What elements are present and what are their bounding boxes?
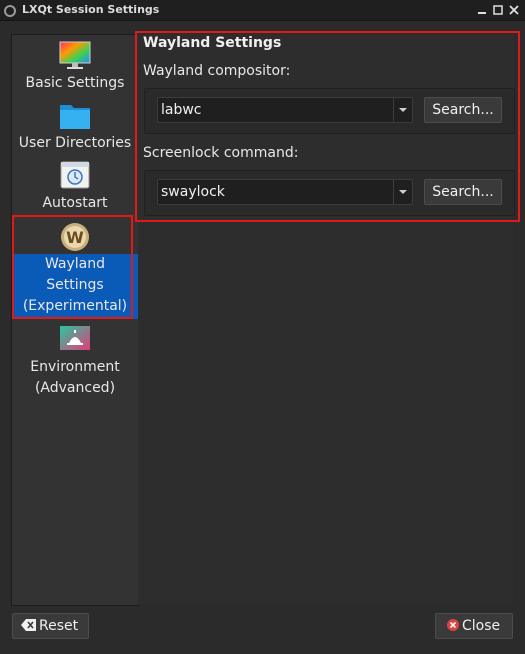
compositor-search-button[interactable]: Search... <box>424 97 502 123</box>
close-circle-icon <box>447 619 459 631</box>
sidebar-item-label: Settings <box>46 277 104 293</box>
monitor-icon <box>58 39 92 73</box>
chevron-down-icon[interactable] <box>393 98 412 122</box>
screenlock-search-button[interactable]: Search... <box>424 179 502 205</box>
close-window-icon[interactable] <box>506 2 522 18</box>
sidebar-item-label: Environment <box>30 359 120 375</box>
wayland-icon: W <box>58 220 92 254</box>
sidebar: Basic Settings User Directories Autostar… <box>11 34 139 606</box>
sidebar-item-label: (Advanced) <box>34 380 116 396</box>
app-icon <box>3 3 17 17</box>
svg-text:W: W <box>66 228 84 247</box>
reset-label: Reset <box>39 618 79 634</box>
sidebar-item-label: Autostart <box>42 195 108 211</box>
maximize-icon[interactable] <box>490 2 506 18</box>
sidebar-item-wayland-settings[interactable]: W Wayland Settings (Experimental) <box>12 220 138 319</box>
sidebar-item-autostart[interactable]: Autostart <box>12 159 138 214</box>
close-button[interactable]: Close <box>435 613 513 639</box>
close-label: Close <box>462 618 501 634</box>
screenlock-combobox[interactable]: swaylock <box>157 179 413 205</box>
sidebar-item-label: Basic Settings <box>25 75 125 91</box>
folder-icon <box>58 99 92 133</box>
compositor-combobox[interactable]: labwc <box>157 97 413 123</box>
screenlock-group: swaylock Search... <box>144 170 515 216</box>
window-title: LXQt Session Settings <box>22 3 160 16</box>
minimize-icon[interactable] <box>474 2 490 18</box>
autostart-icon <box>58 159 92 193</box>
environment-icon <box>58 323 92 357</box>
compositor-group: labwc Search... <box>144 88 515 134</box>
reset-button[interactable]: Reset <box>12 613 89 639</box>
sidebar-item-basic-settings[interactable]: Basic Settings <box>12 39 138 94</box>
screenlock-value: swaylock <box>161 184 225 200</box>
sidebar-item-label: User Directories <box>18 135 132 151</box>
section-title: Wayland Settings <box>143 35 282 51</box>
chevron-down-icon[interactable] <box>393 180 412 204</box>
sidebar-item-label: Wayland <box>44 256 106 272</box>
sidebar-item-user-directories[interactable]: User Directories <box>12 99 138 154</box>
compositor-label: Wayland compositor: <box>143 63 291 79</box>
compositor-value: labwc <box>161 102 202 118</box>
sidebar-item-environment[interactable]: Environment (Advanced) <box>12 323 138 399</box>
backspace-icon <box>21 619 36 631</box>
title-bar: LXQt Session Settings <box>0 0 525 21</box>
sidebar-item-label: (Experimental) <box>22 298 128 314</box>
screenlock-label: Screenlock command: <box>143 145 299 161</box>
